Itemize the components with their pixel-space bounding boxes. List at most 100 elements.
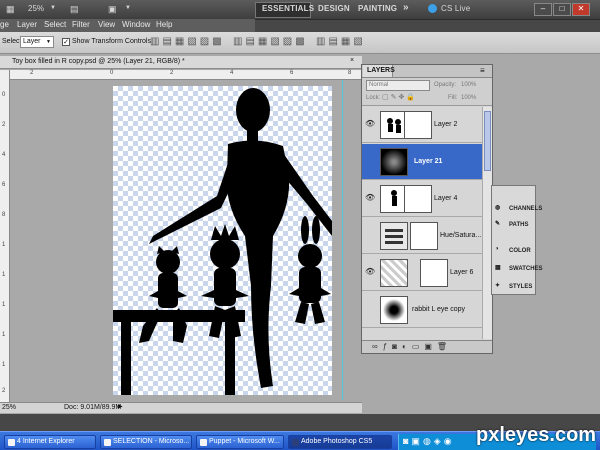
opacity-label: Opacity: [434,82,457,88]
chevron-down-icon[interactable]: ▼ [125,5,131,11]
screen-mode-icon[interactable]: ▦ [6,4,15,15]
workspace-painting[interactable]: PAINTING [358,4,397,13]
layer-mask-thumbnail [410,222,438,250]
menu-filter[interactable]: Filter [72,20,90,29]
close-document-icon[interactable]: × [350,57,354,64]
layer-row-selected[interactable]: Layer 21 [362,144,482,180]
tray-icons[interactable]: ◙▣◍◈◉ [403,436,455,447]
close-button[interactable]: ✕ [572,3,590,16]
transform-controls-checkbox[interactable]: ✓ [62,38,70,46]
layer-mask-thumbnail [404,111,432,139]
ruler-tick: 8 [348,70,352,76]
distribute-more-icon[interactable]: ▥▤▦▧ [316,36,366,47]
ruler-tick: 0 [110,70,114,76]
arrange-documents-icon[interactable]: ▣ [108,4,117,15]
layer-row[interactable]: rabbit L eye copy [362,292,482,328]
blend-mode-value: Normal [369,82,389,88]
more-workspaces-icon[interactable]: » [403,2,409,13]
color-icon[interactable]: ◑ [495,246,499,252]
styles-icon[interactable]: ✦ [495,282,500,289]
swatches-panel-label[interactable]: SWATCHES [509,266,543,272]
menu-view[interactable]: View [98,20,115,29]
taskbar-item-active[interactable]: Adobe Photoshop CS5 [288,435,392,449]
photoshop-icon [292,439,299,446]
zoom-level[interactable]: 25% [28,4,44,13]
chevron-down-icon: ▼ [46,39,51,45]
menu-bar: ge Layer Select Filter View Window Help [0,19,255,32]
layer-row[interactable]: 👁 Layer 2 [362,107,482,143]
taskbar-item[interactable]: Puppet - Microsoft W... [196,435,284,449]
menu-layer[interactable]: Layer [17,20,37,29]
layer-actions-icons[interactable]: ∞ƒ◙◐▭▣🗑 [372,342,452,351]
paths-panel-label[interactable]: PATHS [509,222,528,228]
maximize-button[interactable]: □ [553,3,571,16]
eye-hidden-icon[interactable] [365,230,375,239]
auto-select-dropdown[interactable]: Layer ▼ [20,36,54,48]
channels-panel-label[interactable]: CHANNELS [509,206,542,212]
menu-window[interactable]: Window [122,20,150,29]
distribute-buttons-icon[interactable]: ▥▤▦▧▨▩ [233,36,308,47]
ruler-tick: 1 [2,302,6,308]
swatches-icon[interactable]: ▦ [495,264,501,271]
layer-row[interactable]: Hue/Satura... [362,218,482,254]
blend-mode-dropdown[interactable]: Normal [366,80,430,91]
color-panel-label[interactable]: COLOR [509,248,531,254]
menu-help[interactable]: Help [156,20,172,29]
eye-icon[interactable]: 👁 [365,119,375,128]
auto-select-value: Layer [23,38,41,45]
collapsed-panels: ◍ CHANNELS ✎ PATHS ◑ COLOR ▦ SWATCHES ✦ … [491,185,543,295]
cs-live-label[interactable]: CS Live [441,4,470,13]
cs-live-icon [428,4,437,13]
menu-image[interactable]: ge [0,20,9,29]
layer-row[interactable]: 👁 Layer 6 [362,255,482,291]
guide-line[interactable] [342,80,343,400]
status-menu-icon[interactable]: ▶ [118,403,123,410]
document-title: Toy box filled in R copy.psd @ 25% (Laye… [12,58,185,65]
styles-panel-label[interactable]: STYLES [509,284,532,290]
application-bar: ▦ 25% ▼ ▤ ▣ ▼ ESSENTIALS DESIGN PAINTING… [0,0,600,20]
ruler-tick: 1 [2,272,6,278]
watermark: pxleyes.com [476,424,597,446]
minimize-button[interactable]: – [534,3,552,16]
fill-value[interactable]: 100% [461,95,476,101]
taskbar-item-label: SELECTION - Microso... [113,438,190,445]
eye-hidden-icon[interactable] [365,156,375,165]
opacity-value[interactable]: 100% [461,82,476,88]
ruler-tick: 0 [2,92,6,98]
chevron-down-icon[interactable]: ▼ [50,5,56,11]
ruler-tick: 1 [2,332,6,338]
document-canvas[interactable] [113,86,332,395]
eye-hidden-icon[interactable] [365,304,375,313]
ruler-tick: 6 [2,182,6,188]
taskbar-item[interactable]: SELECTION - Microso... [100,435,192,449]
panel-menu-icon[interactable]: ≡ [480,66,485,75]
layer-name: Layer 21 [414,158,443,165]
align-buttons-icon[interactable]: ▥▤▦▧▨▩ [150,36,225,47]
status-zoom[interactable]: 25% [2,404,16,411]
lock-label: Lock: [366,95,381,101]
eye-icon[interactable]: 👁 [365,267,375,276]
adjustment-layer-icon [380,222,408,250]
taskbar-item[interactable]: 4 Internet Explorer [4,435,96,449]
ruler-tick: 8 [2,212,6,218]
lock-icons[interactable]: ▢✎✥🔒 [382,93,417,101]
silhouette-artwork [113,88,332,395]
channels-icon[interactable]: ◍ [495,204,500,211]
layer-mask-thumbnail [404,185,432,213]
view-extras-icon[interactable]: ▤ [70,4,79,15]
ruler-tick: 1 [2,362,6,368]
layer-name: rabbit L eye copy [412,306,466,313]
layers-panel-title: LAYERS [367,67,395,74]
workspace-essentials[interactable]: ESSENTIALS [262,4,314,13]
document-tab[interactable]: Toy box filled in R copy.psd @ 25% (Laye… [0,56,362,69]
taskbar-item-label: 4 Internet Explorer [17,438,75,445]
paths-icon[interactable]: ✎ [495,220,500,227]
layers-panel: LAYERS ≡ Normal Opacity: 100% Lock: ▢✎✥🔒… [361,64,493,354]
taskbar-item-label: Puppet - Microsoft W... [209,438,280,445]
layer-row[interactable]: 👁 Layer 4 [362,181,482,217]
scrollbar-thumb[interactable] [484,111,491,171]
workspace-design[interactable]: DESIGN [318,4,350,13]
layer-name: Layer 6 [450,269,474,276]
eye-icon[interactable]: 👁 [365,193,375,202]
menu-select[interactable]: Select [44,20,66,29]
